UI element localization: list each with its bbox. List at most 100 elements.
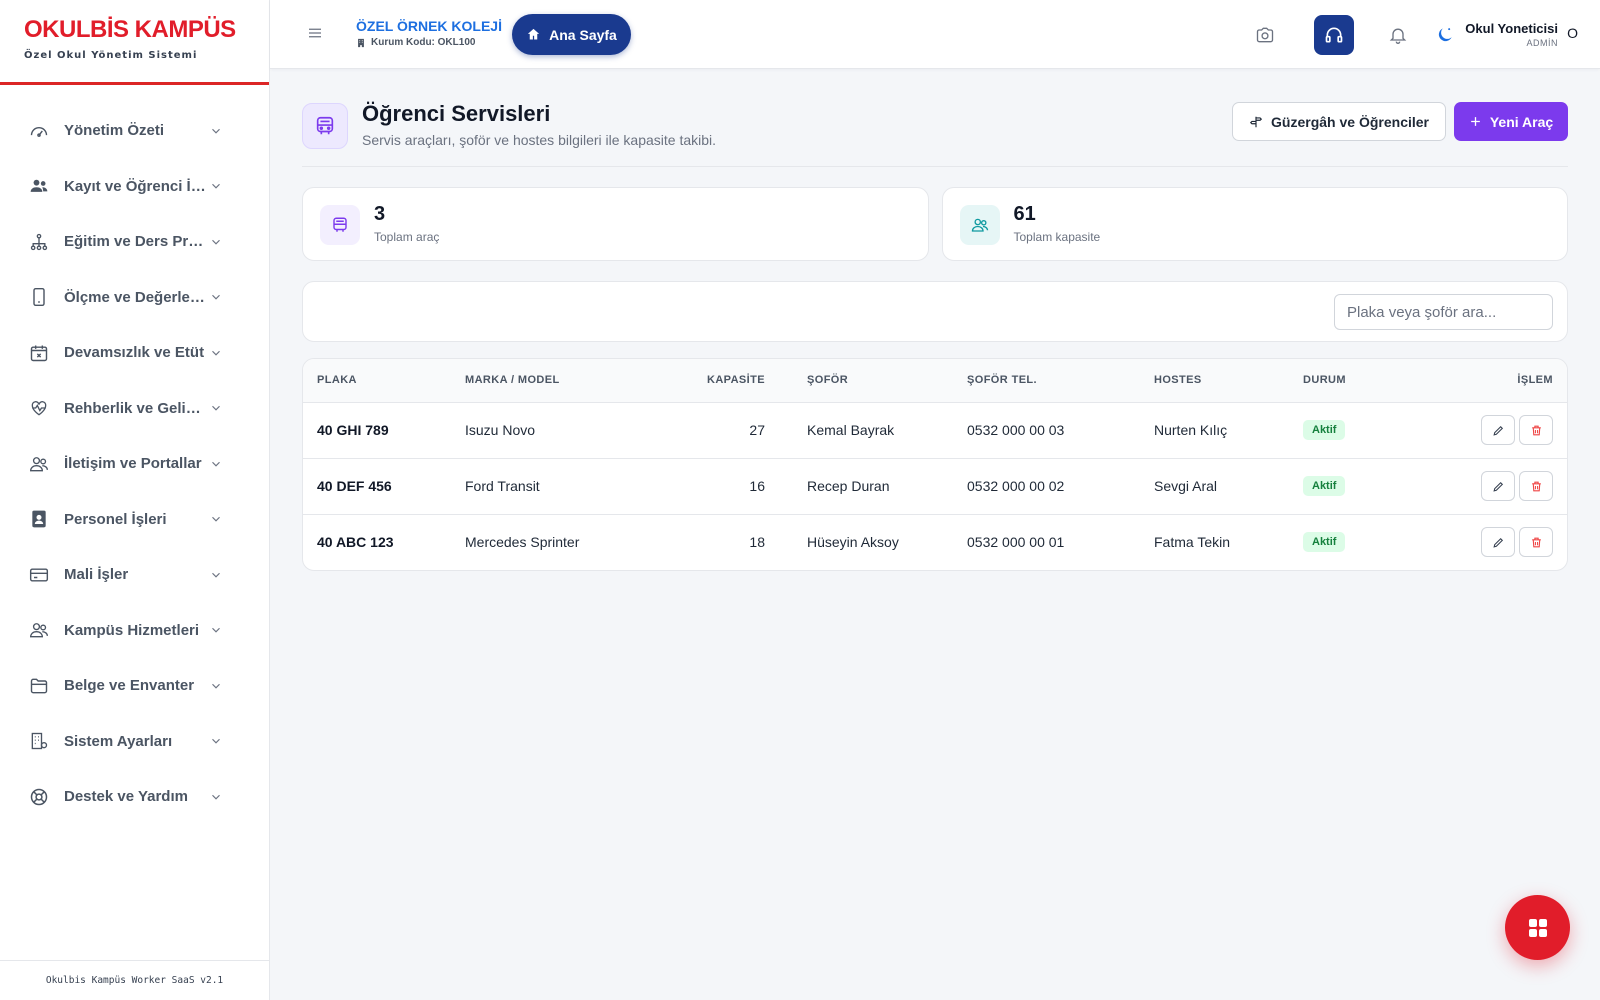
cell-model: Isuzu Novo: [465, 422, 536, 438]
chevron-down-icon: [212, 295, 220, 300]
bus-icon: [302, 103, 348, 149]
moon-icon[interactable]: [1425, 15, 1465, 55]
column-header[interactable]: PLAKA: [303, 359, 451, 403]
credit-card-icon: [28, 564, 50, 586]
cell-hostess: Fatma Tekin: [1154, 534, 1230, 551]
lifebuoy-icon: [28, 786, 50, 808]
pencil-icon: [1492, 537, 1503, 548]
status-badge: Aktif: [1303, 476, 1346, 496]
apps-fab-button[interactable]: [1505, 895, 1570, 960]
building-gear-icon: [28, 730, 50, 752]
sidebar-item-egitim[interactable]: Eğitim ve Ders Programları: [0, 214, 269, 270]
column-header: İŞLEM: [1419, 359, 1567, 403]
stat-value: 61: [1013, 203, 1036, 225]
table-header-row: PLAKA MARKA / MODEL KAPASİTE ŞOFÖR ŞOFÖR…: [303, 359, 1567, 403]
cell-phone: 0532 000 00 03: [967, 422, 1065, 438]
camera-icon[interactable]: [1245, 15, 1285, 55]
edit-button[interactable]: [1481, 527, 1515, 558]
stat-value: 3: [374, 203, 386, 225]
cell-actions: [1419, 458, 1567, 514]
sidebar-footer: Okulbis Kampüs Worker SaaS v2.1: [0, 960, 269, 1000]
chevron-down-icon: [212, 628, 220, 633]
sidebar-item-label: İletişim ve Portallar: [64, 455, 202, 473]
cell-plate: 40 ABC 123: [317, 534, 394, 551]
phone-icon: [28, 286, 50, 308]
user-role: ADMİN: [1526, 38, 1558, 48]
cell-model: Mercedes Sprinter: [465, 534, 580, 551]
people-icon: [28, 619, 50, 641]
column-header[interactable]: DURUM: [1289, 359, 1419, 403]
chevron-down-icon: [212, 572, 220, 578]
column-header[interactable]: ŞOFÖR: [779, 359, 953, 403]
table-row[interactable]: 40 ABC 123 Mercedes Sprinter 18 Hüseyin …: [303, 514, 1567, 570]
cell-plate: 40 GHI 789: [317, 422, 389, 438]
route-button-label: Güzergâh ve Öğrenciler: [1271, 113, 1429, 130]
delete-button[interactable]: [1519, 415, 1553, 445]
heart-pulse-icon: [28, 397, 50, 419]
user-menu[interactable]: Okul Yoneticisi ADMİN: [1465, 21, 1558, 48]
avatar[interactable]: O: [1567, 25, 1578, 41]
sidebar-item-iletisim[interactable]: İletişim ve Portallar: [0, 436, 269, 492]
edit-button[interactable]: [1481, 415, 1515, 445]
sidebar-item-destek[interactable]: Destek ve Yardım: [0, 769, 269, 825]
sidebar-item-mali[interactable]: Mali İşler: [0, 547, 269, 603]
new-vehicle-button[interactable]: Yeni Araç: [1454, 102, 1568, 141]
table-row[interactable]: 40 DEF 456 Ford Transit 16 Recep Duran 0…: [303, 458, 1567, 514]
home-icon: [528, 28, 540, 40]
calendar-x-icon: [28, 342, 50, 364]
search-input[interactable]: [1334, 294, 1553, 330]
cell-phone: 0532 000 00 02: [967, 478, 1065, 494]
sidebar-item-devamsizlik[interactable]: Devamsızlık ve Etüt: [0, 325, 269, 381]
sidebar-nav: Yönetim Özeti Kayıt ve Öğrenci İşlemleri…: [0, 85, 269, 825]
menu-toggle-icon[interactable]: [306, 24, 324, 42]
hierarchy-icon: [28, 231, 50, 253]
cell-capacity: 18: [749, 534, 765, 551]
chevron-down-icon: [212, 461, 220, 467]
top-header: ÖZEL ÖRNEK KOLEJİ Kurum Kodu: OKL100 Ana…: [270, 0, 1600, 69]
chevron-down-icon: [212, 517, 220, 522]
cell-model: Ford Transit: [465, 478, 540, 494]
sidebar-item-personel[interactable]: Personel İşleri: [0, 492, 269, 548]
headset-icon[interactable]: [1314, 15, 1354, 55]
trash-icon: [1531, 537, 1541, 548]
sidebar-item-label: Kampüs Hizmetleri: [64, 621, 200, 639]
sidebar-item-kampus[interactable]: Kampüs Hizmetleri: [0, 603, 269, 659]
bell-icon[interactable]: [1378, 15, 1418, 55]
sidebar-item-kayit[interactable]: Kayıt ve Öğrenci İşlemleri: [0, 159, 269, 215]
sidebar-item-yonetim-ozeti[interactable]: Yönetim Özeti: [0, 103, 269, 159]
sidebar-item-label: Mali İşler: [64, 566, 129, 584]
chevron-down-icon: [212, 128, 220, 134]
bus-icon: [320, 205, 360, 245]
brand-logo[interactable]: OKULBİS KAMPÜS: [24, 16, 269, 44]
sidebar-item-label: Rehberlik ve Gelişim: [64, 399, 209, 417]
vehicles-table: PLAKA MARKA / MODEL KAPASİTE ŞOFÖR ŞOFÖR…: [302, 358, 1568, 571]
status-badge: Aktif: [1303, 420, 1346, 440]
chevron-down-icon: [212, 239, 220, 245]
grid-icon: [1528, 918, 1547, 937]
stat-card-capacity: 61 Toplam kapasite: [941, 187, 1568, 261]
column-header[interactable]: KAPASİTE: [641, 359, 779, 403]
route-students-button[interactable]: Güzergâh ve Öğrenciler: [1232, 102, 1446, 141]
cell-plate: 40 DEF 456: [317, 478, 392, 494]
column-header[interactable]: HOSTES: [1140, 359, 1289, 403]
people-icon: [28, 453, 50, 475]
delete-button[interactable]: [1519, 527, 1553, 558]
signpost-icon: [1249, 116, 1263, 127]
edit-button[interactable]: [1481, 471, 1515, 501]
sidebar-item-label: Sistem Ayarları: [64, 732, 173, 750]
cell-capacity: 16: [749, 478, 765, 494]
home-button[interactable]: Ana Sayfa: [512, 14, 631, 55]
sidebar-item-sistem[interactable]: Sistem Ayarları: [0, 714, 269, 770]
column-header[interactable]: MARKA / MODEL: [451, 359, 641, 403]
stat-card-vehicles: 3 Toplam araç: [302, 187, 929, 261]
table-row[interactable]: 40 GHI 789 Isuzu Novo 27 Kemal Bayrak 05…: [303, 402, 1567, 458]
sidebar-item-rehberlik[interactable]: Rehberlik ve Gelişim: [0, 381, 269, 437]
column-header[interactable]: ŞOFÖR TEL.: [953, 359, 1140, 403]
sidebar-item-olcme[interactable]: Ölçme ve Değerlendirme: [0, 270, 269, 326]
page-subtitle: Servis araçları, şoför ve hostes bilgile…: [362, 132, 717, 148]
cell-driver: Recep Duran: [807, 478, 890, 494]
sidebar-item-belge[interactable]: Belge ve Envanter: [0, 658, 269, 714]
delete-button[interactable]: [1519, 471, 1553, 501]
chevron-down-icon: [212, 683, 220, 689]
stat-label: Toplam kapasite: [1013, 230, 1101, 244]
